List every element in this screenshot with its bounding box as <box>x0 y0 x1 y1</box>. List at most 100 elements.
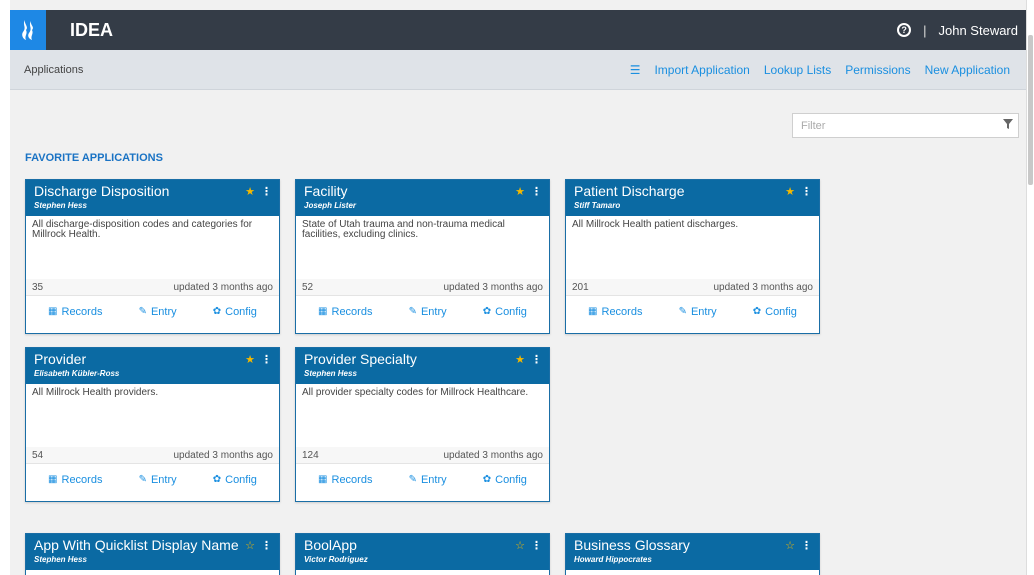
card-header[interactable]: Business Glossary Howard Hippocrates ☆ ⋮ <box>566 534 819 570</box>
card-title[interactable]: Provider <box>34 351 271 368</box>
scrollbar-thumb[interactable] <box>1028 35 1033 185</box>
star-outline-icon[interactable]: ☆ <box>785 539 795 552</box>
sub-nav-bar: Applications ☰ Import Application Lookup… <box>10 50 1026 90</box>
config-link[interactable]: ✿ Config <box>213 474 257 486</box>
config-label: Config <box>225 305 257 318</box>
filter-input[interactable] <box>793 114 998 137</box>
config-link[interactable]: ✿ Config <box>483 474 527 486</box>
record-count: 124 <box>302 449 319 461</box>
entry-label: Entry <box>420 305 447 318</box>
gear-icon: ✿ <box>482 474 492 485</box>
breadcrumb: Applications <box>24 63 84 76</box>
card-author: Stephen Hess <box>34 201 87 210</box>
entry-link[interactable]: ✎ Entry <box>409 474 447 486</box>
card-stats: 35 updated 3 months ago <box>26 279 279 296</box>
star-icon[interactable]: ★ <box>245 185 255 198</box>
help-icon[interactable]: ? <box>897 23 912 37</box>
new-application-link[interactable]: New Application <box>925 63 1010 77</box>
config-label: Config <box>495 473 527 486</box>
records-label: Records <box>601 305 643 318</box>
config-label: Config <box>765 305 797 318</box>
card-header[interactable]: Discharge Disposition Stephen Hess ★ ⋮ <box>26 180 279 216</box>
more-options-icon[interactable]: ⋮ <box>261 185 272 198</box>
card-author: Stiff Tamaro <box>574 201 621 210</box>
entry-link[interactable]: ✎ Entry <box>139 474 177 486</box>
card-title[interactable]: Patient Discharge <box>574 183 811 200</box>
filter-box <box>792 113 1019 138</box>
app-card[interactable]: Discharge Disposition Stephen Hess ★ ⋮ A… <box>25 179 280 334</box>
card-title[interactable]: BoolApp <box>304 537 541 554</box>
app-card[interactable]: Business Glossary Howard Hippocrates ☆ ⋮ <box>565 533 820 575</box>
more-options-icon[interactable]: ⋮ <box>531 539 542 552</box>
entry-link[interactable]: ✎ Entry <box>409 306 447 318</box>
more-options-icon[interactable]: ⋮ <box>531 185 542 198</box>
config-link[interactable]: ✿ Config <box>483 306 527 318</box>
star-outline-icon[interactable]: ☆ <box>515 539 525 552</box>
card-header[interactable]: BoolApp Victor Rodriguez ☆ ⋮ <box>296 534 549 570</box>
records-link[interactable]: ▦ Records <box>48 474 102 486</box>
permissions-link[interactable]: Permissions <box>845 63 910 77</box>
card-author: Howard Hippocrates <box>574 555 652 564</box>
pencil-icon: ✎ <box>408 306 417 317</box>
more-options-icon[interactable]: ⋮ <box>801 185 812 198</box>
record-count: 201 <box>572 281 589 293</box>
more-options-icon[interactable]: ⋮ <box>801 539 812 552</box>
funnel-icon[interactable] <box>998 119 1018 132</box>
more-options-icon[interactable]: ⋮ <box>261 353 272 366</box>
app-card[interactable]: Facility Joseph Lister ★ ⋮ State of Utah… <box>295 179 550 334</box>
pencil-icon: ✎ <box>138 306 147 317</box>
card-stats: 52 updated 3 months ago <box>296 279 549 296</box>
gear-icon: ✿ <box>482 306 492 317</box>
records-link[interactable]: ▦ Records <box>318 474 372 486</box>
app-card[interactable]: Provider Elisabeth Kübler-Ross ★ ⋮ All M… <box>25 347 280 502</box>
more-options-icon[interactable]: ⋮ <box>261 539 272 552</box>
records-link[interactable]: ▦ Records <box>588 306 642 318</box>
star-outline-icon[interactable]: ☆ <box>245 539 255 552</box>
card-title[interactable]: Business Glossary <box>574 537 811 554</box>
entry-label: Entry <box>690 305 717 318</box>
app-card[interactable]: Patient Discharge Stiff Tamaro ★ ⋮ All M… <box>565 179 820 334</box>
records-link[interactable]: ▦ Records <box>318 306 372 318</box>
lookup-lists-link[interactable]: Lookup Lists <box>764 63 831 77</box>
card-description: All provider specialty codes for Millroc… <box>296 384 549 447</box>
app-card[interactable]: BoolApp Victor Rodriguez ☆ ⋮ <box>295 533 550 575</box>
card-title[interactable]: App With Quicklist Display Name <box>34 537 271 554</box>
vertical-scrollbar[interactable] <box>1026 0 1034 575</box>
card-header[interactable]: Provider Specialty Stephen Hess ★ ⋮ <box>296 348 549 384</box>
card-header[interactable]: Provider Elisabeth Kübler-Ross ★ ⋮ <box>26 348 279 384</box>
gear-icon: ✿ <box>212 474 222 485</box>
entry-link[interactable]: ✎ Entry <box>139 306 177 318</box>
updated-text: updated 3 months ago <box>173 281 273 293</box>
app-card[interactable]: App With Quicklist Display Name Stephen … <box>25 533 280 575</box>
list-view-icon[interactable]: ☰ <box>630 63 641 77</box>
config-link[interactable]: ✿ Config <box>753 306 797 318</box>
card-title[interactable]: Facility <box>304 183 541 200</box>
card-header[interactable]: App With Quicklist Display Name Stephen … <box>26 534 279 570</box>
config-link[interactable]: ✿ Config <box>213 306 257 318</box>
app-card[interactable]: Provider Specialty Stephen Hess ★ ⋮ All … <box>295 347 550 502</box>
pencil-icon: ✎ <box>678 306 687 317</box>
card-header[interactable]: Patient Discharge Stiff Tamaro ★ ⋮ <box>566 180 819 216</box>
records-link[interactable]: ▦ Records <box>48 306 102 318</box>
left-gutter <box>0 0 10 575</box>
card-stats: 54 updated 3 months ago <box>26 447 279 464</box>
card-author: Stephen Hess <box>34 555 87 564</box>
star-icon[interactable]: ★ <box>245 353 255 366</box>
card-header[interactable]: Facility Joseph Lister ★ ⋮ <box>296 180 549 216</box>
app-logo[interactable] <box>10 10 46 50</box>
entry-label: Entry <box>420 473 447 486</box>
star-icon[interactable]: ★ <box>515 185 525 198</box>
card-author: Stephen Hess <box>304 369 357 378</box>
entry-link[interactable]: ✎ Entry <box>679 306 717 318</box>
more-options-icon[interactable]: ⋮ <box>531 353 542 366</box>
import-application-link[interactable]: Import Application <box>654 63 749 77</box>
records-label: Records <box>331 305 373 318</box>
card-title[interactable]: Provider Specialty <box>304 351 541 368</box>
records-label: Records <box>61 305 103 318</box>
star-icon[interactable]: ★ <box>515 353 525 366</box>
star-icon[interactable]: ★ <box>785 185 795 198</box>
table-icon: ▦ <box>588 306 598 317</box>
card-title[interactable]: Discharge Disposition <box>34 183 271 200</box>
updated-text: updated 3 months ago <box>173 449 273 461</box>
user-name[interactable]: John Steward <box>939 23 1019 38</box>
